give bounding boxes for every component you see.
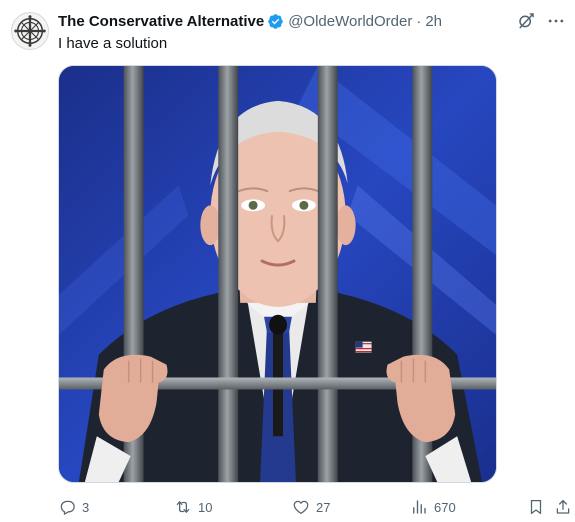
views-button[interactable]: 670 (410, 495, 456, 519)
like-count: 27 (316, 499, 331, 515)
separator-dot: · (416, 12, 422, 30)
more-icon[interactable] (545, 10, 567, 32)
grok-icon[interactable] (515, 10, 537, 32)
share-icon (556, 499, 570, 514)
views-icon (413, 500, 426, 514)
share-button[interactable] (554, 495, 572, 519)
timestamp[interactable]: 2h (425, 13, 442, 30)
tweet-image[interactable] (58, 65, 497, 483)
reply-button[interactable]: 3 (58, 495, 89, 519)
like-icon (293, 500, 309, 515)
jail-bars-photo (59, 66, 496, 482)
display-name[interactable]: The Conservative Alternative (58, 13, 264, 30)
tweet-top-actions (515, 10, 567, 32)
bookmark-icon (530, 499, 542, 515)
like-button[interactable]: 27 (292, 495, 330, 519)
views-count: 670 (434, 499, 456, 515)
repost-icon (176, 501, 190, 513)
reply-count: 3 (82, 499, 90, 515)
verified-badge-icon (267, 13, 284, 30)
user-handle[interactable]: @OldeWorldOrder (288, 13, 412, 30)
reply-icon (60, 500, 75, 515)
tweet-actions: 3 10 27 670 (58, 495, 570, 519)
tweet[interactable]: The Conservative Alternative @OldeWorldO… (0, 0, 575, 522)
repost-count: 10 (198, 499, 213, 515)
avatar[interactable] (11, 12, 49, 50)
bookmark-button[interactable] (527, 495, 545, 519)
tweet-header: The Conservative Alternative @OldeWorldO… (58, 11, 442, 31)
tweet-text: I have a solution (58, 35, 168, 52)
avatar-emblem-icon (14, 15, 46, 47)
repost-button[interactable]: 10 (174, 495, 212, 519)
